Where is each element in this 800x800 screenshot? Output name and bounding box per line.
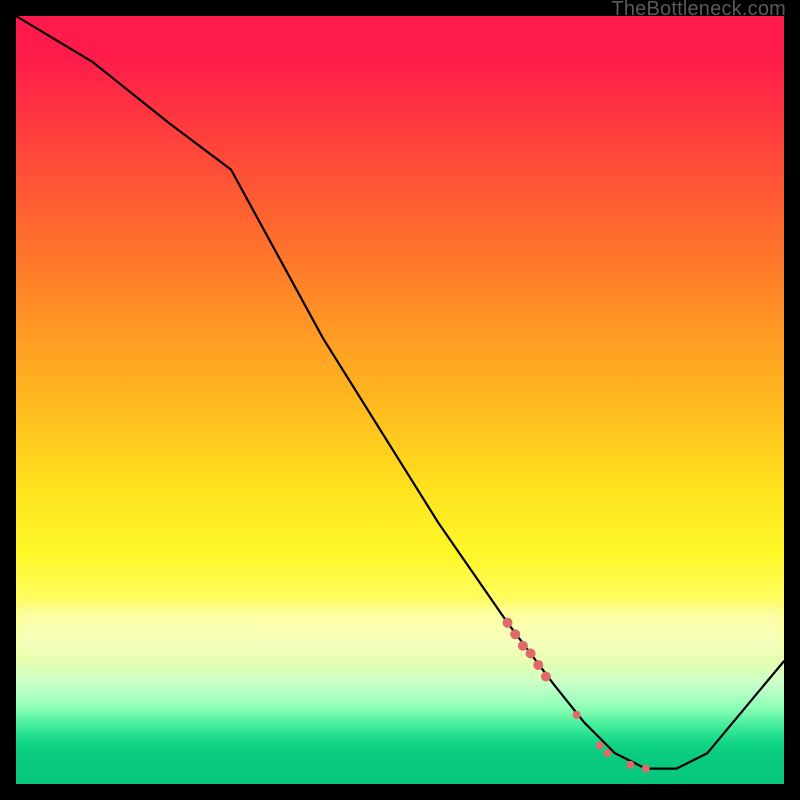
- marker-point: [626, 761, 634, 769]
- marker-point: [526, 648, 536, 658]
- marker-point: [642, 765, 650, 773]
- chart-frame: TheBottleneck.com: [0, 0, 800, 800]
- marker-point: [603, 749, 611, 757]
- attribution-watermark: TheBottleneck.com: [611, 0, 786, 21]
- marker-point: [573, 711, 581, 719]
- marker-point: [596, 742, 604, 750]
- curve-line: [16, 16, 784, 769]
- marker-cluster: [503, 618, 650, 773]
- marker-point: [541, 671, 551, 681]
- chart-overlay: [16, 16, 784, 784]
- plot-area: [16, 16, 784, 784]
- marker-point: [533, 660, 543, 670]
- marker-point: [518, 641, 528, 651]
- marker-point: [510, 629, 520, 639]
- marker-point: [503, 618, 513, 628]
